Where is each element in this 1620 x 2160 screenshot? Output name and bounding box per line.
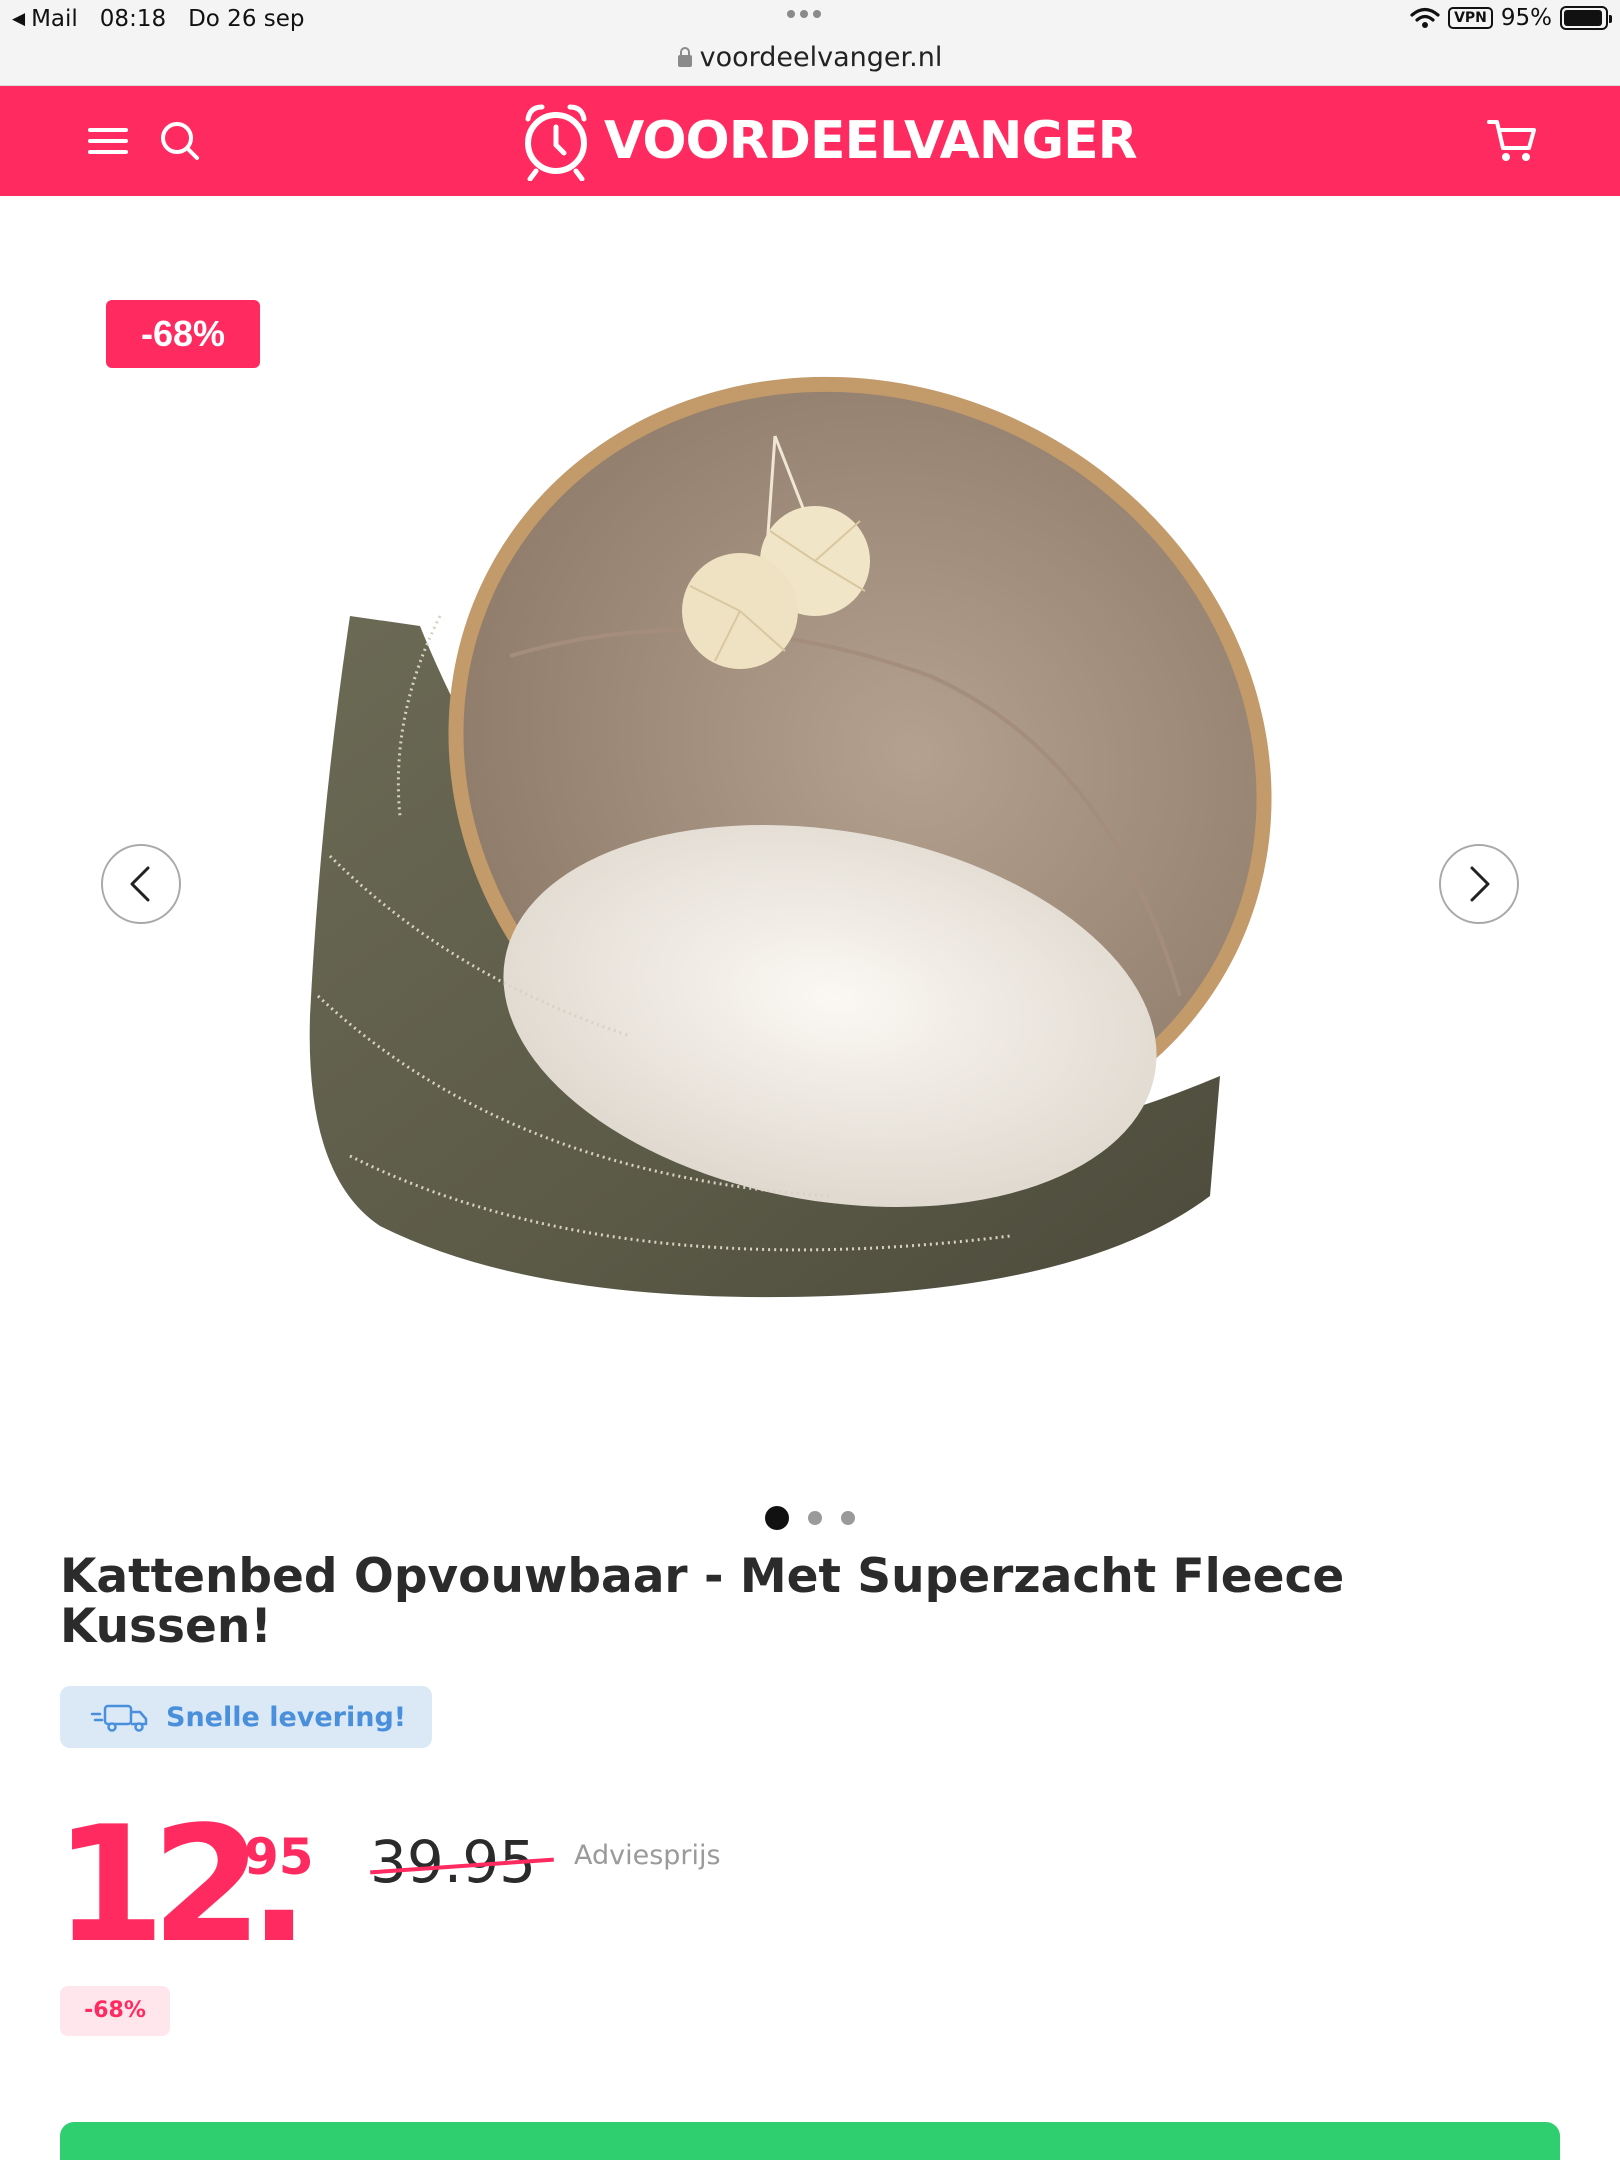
chevron-left-icon bbox=[130, 866, 150, 902]
cart-icon bbox=[1487, 120, 1536, 161]
status-left: ◀ Mail 08:18 Do 26 sep bbox=[12, 6, 305, 32]
status-time: 08:18 bbox=[99, 6, 167, 32]
battery-percent: 95% bbox=[1500, 5, 1552, 31]
status-right: VPN 95% bbox=[1410, 5, 1612, 31]
url-text: voordeelvanger.nl bbox=[699, 42, 943, 73]
cart-button[interactable] bbox=[1482, 111, 1542, 171]
brand-name: VOORDEELVANGER bbox=[604, 111, 1138, 171]
product-image bbox=[309, 376, 1272, 1298]
back-to-app-icon[interactable]: ◀ bbox=[12, 9, 25, 29]
add-to-cart-button[interactable] bbox=[60, 2122, 1560, 2160]
back-app-label[interactable]: Mail bbox=[31, 6, 78, 32]
multitasking-dots-icon[interactable] bbox=[787, 10, 821, 18]
brand-logo[interactable]: VOORDEELVANGER bbox=[520, 100, 1138, 182]
gallery-dot[interactable] bbox=[765, 1506, 789, 1530]
delivery-truck-icon bbox=[90, 1704, 148, 1732]
site-header: VOORDEELVANGER bbox=[0, 86, 1620, 196]
status-bar: ◀ Mail 08:18 Do 26 sep VPN 95% bbox=[0, 0, 1620, 40]
discount-badge: -68% bbox=[106, 300, 260, 368]
gallery-dot[interactable] bbox=[808, 1511, 822, 1525]
fast-delivery-label: Snelle levering! bbox=[166, 1701, 407, 1733]
lock-icon bbox=[677, 47, 692, 67]
url-display[interactable]: voordeelvanger.nl bbox=[0, 42, 1620, 73]
search-button[interactable] bbox=[150, 111, 210, 171]
alarm-clock-icon bbox=[525, 104, 587, 181]
menu-button[interactable] bbox=[78, 111, 138, 171]
search-icon bbox=[161, 122, 199, 160]
discount-chip: -68% bbox=[60, 1986, 170, 2036]
gallery-next-button[interactable] bbox=[1439, 844, 1519, 924]
status-date: Do 26 sep bbox=[188, 6, 305, 32]
wifi-icon bbox=[1410, 7, 1440, 28]
gallery-dot[interactable] bbox=[841, 1511, 855, 1525]
vpn-badge: VPN bbox=[1448, 7, 1493, 29]
battery-fill bbox=[1564, 10, 1602, 26]
address-bar[interactable]: voordeelvanger.nl bbox=[0, 40, 1620, 86]
fast-delivery-badge: Snelle levering! bbox=[60, 1686, 432, 1748]
hamburger-icon bbox=[88, 128, 128, 154]
gallery-pagination bbox=[0, 1506, 1620, 1530]
gallery-prev-button[interactable] bbox=[101, 844, 181, 924]
battery-icon bbox=[1560, 6, 1612, 30]
price-cents: 95 bbox=[244, 1828, 314, 1886]
product-title: Kattenbed Opvouwbaar - Met Superzacht Fl… bbox=[60, 1549, 1345, 1654]
chevron-right-icon bbox=[1470, 866, 1490, 902]
product-gallery[interactable]: -68% bbox=[0, 196, 1620, 1530]
old-price-label: Adviesprijs bbox=[574, 1840, 721, 1871]
